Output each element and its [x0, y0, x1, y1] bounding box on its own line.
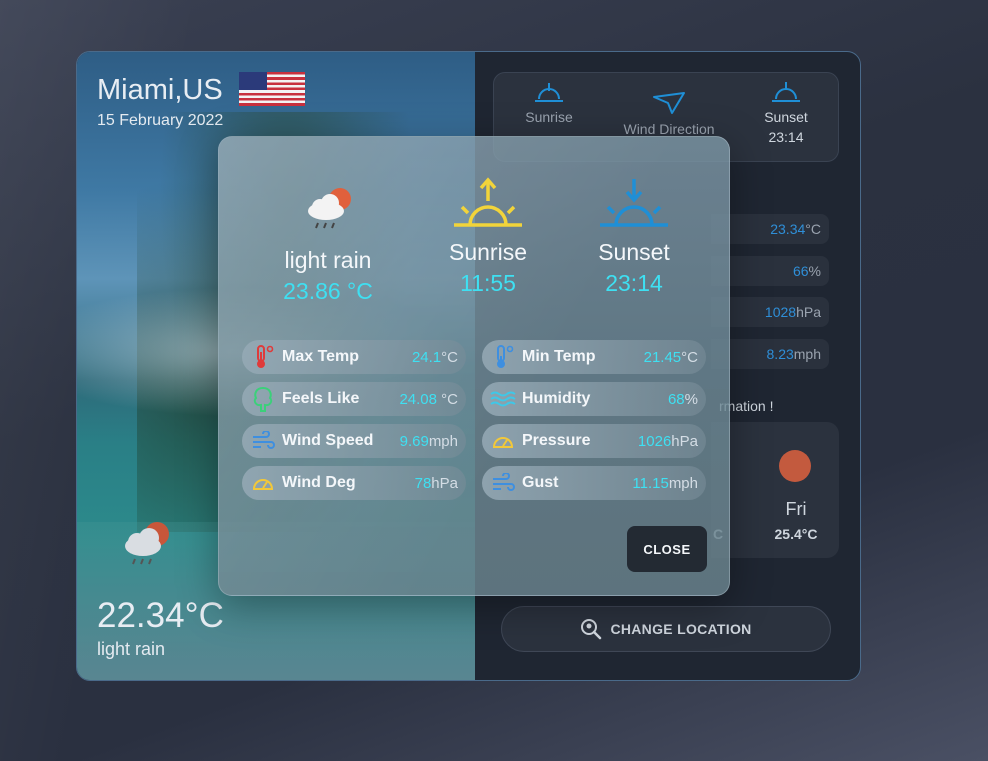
modal-sunrise-time: 11:55: [460, 270, 516, 296]
detail-label: Feels Like: [282, 390, 360, 407]
detail-unit: %: [684, 390, 698, 408]
detail-number: 24.1: [411, 348, 442, 366]
detail-number: 11.15: [632, 474, 669, 492]
detail-value: 24.08 °C: [399, 391, 466, 408]
sunrise-icon: [454, 177, 522, 227]
modal-weather-label: light rain: [284, 247, 372, 273]
detail-wind-deg: Wind Deg 78hPa: [242, 466, 466, 500]
detail-pressure: Pressure 1026hPa: [482, 424, 706, 458]
detail-value: 24.1°C: [412, 349, 466, 366]
gauge-icon: [488, 426, 518, 456]
detail-min-temp: Min Temp 21.45°C: [482, 340, 706, 374]
detail-max-temp: Max Temp 24.1°C: [242, 340, 466, 374]
modal-sunset-label: Sunset: [598, 239, 670, 265]
detail-label: Max Temp: [282, 348, 360, 365]
detail-value: 68%: [668, 391, 706, 408]
wind-direction-label: Wind Direction: [623, 121, 715, 137]
weather-details-modal: light rain 23.86 °C Sunrise 11:55 Sunset…: [218, 136, 730, 596]
detail-wind-speed: Wind Speed 9.69mph: [242, 424, 466, 458]
thermometer-cold-icon: [488, 342, 518, 372]
detail-gust: Gust 11.15mph: [482, 466, 706, 500]
stat-unit: %: [808, 263, 821, 279]
thermometer-hot-icon: [248, 342, 278, 372]
sunset-item: Sunset 23:14: [756, 81, 816, 145]
sunset-label: Sunset: [764, 109, 808, 125]
detail-number: 24.08: [399, 390, 437, 408]
current-description: light rain: [97, 639, 166, 659]
detail-unit: °C: [681, 348, 698, 366]
location-search-icon: [581, 619, 602, 640]
us-flag-icon: [239, 72, 305, 106]
modal-sunrise-column: Sunrise 11:55: [413, 177, 563, 297]
stat-unit: mph: [793, 346, 821, 362]
rain-cloud-sun-icon: [308, 188, 351, 229]
detail-value: 11.15mph: [632, 475, 706, 492]
close-button[interactable]: CLOSE: [627, 526, 707, 572]
detail-value: 78hPa: [415, 475, 466, 492]
sunset-icon: [772, 82, 800, 102]
detail-unit: mph: [428, 432, 458, 450]
forecast-card: C Fri 25.4°C: [711, 422, 839, 558]
stat-value: 1028: [764, 304, 797, 320]
modal-weather-column: light rain 23.86 °C: [253, 177, 403, 305]
stat-unit: °C: [805, 221, 821, 237]
gauge-icon: [248, 468, 278, 498]
stat-value: 8.23: [766, 346, 794, 362]
change-location-button[interactable]: CHANGE LOCATION: [501, 606, 831, 652]
detail-number: 21.45: [643, 348, 682, 366]
sun-icon: [779, 450, 811, 482]
tree-icon: [248, 384, 278, 414]
detail-value: 1026hPa: [638, 433, 706, 450]
detail-value: 9.69mph: [400, 433, 466, 450]
modal-sunrise-label: Sunrise: [449, 239, 527, 265]
detail-label: Wind Deg: [282, 474, 356, 491]
modal-weather-temp: 23.86 °C: [283, 278, 373, 304]
navigation-arrow-icon: [653, 92, 685, 114]
wind-icon: [488, 468, 518, 498]
stat-value: 23.34: [770, 221, 806, 237]
city-name: Miami,US: [97, 74, 223, 106]
detail-unit: mph: [668, 474, 698, 492]
detail-value: 21.45°C: [644, 349, 706, 366]
sunrise-item: Sunrise: [514, 81, 584, 125]
detail-humidity: Humidity 68%: [482, 382, 706, 416]
current-temperature: 22.34°C: [97, 596, 224, 635]
current-date: 15 February 2022: [97, 112, 224, 129]
modal-sunset-column: Sunset 23:14: [559, 177, 709, 297]
sunrise-label: Sunrise: [525, 109, 573, 125]
detail-feels-like: Feels Like 24.08 °C: [242, 382, 466, 416]
detail-label: Wind Speed: [282, 432, 374, 449]
modal-sunset-time: 23:14: [605, 270, 663, 296]
forecast-temp: 25.4°C: [774, 526, 818, 542]
detail-number: 78: [414, 474, 432, 492]
change-location-label: CHANGE LOCATION: [610, 621, 752, 637]
detail-unit: °C: [441, 348, 458, 366]
detail-number: 68: [667, 390, 685, 408]
forecast-day: Fri: [785, 499, 807, 519]
waves-icon: [488, 384, 518, 414]
detail-label: Min Temp: [522, 348, 596, 365]
detail-label: Gust: [522, 474, 559, 491]
sunset-icon: [600, 179, 668, 227]
detail-unit: hPa: [671, 432, 698, 450]
wind-icon: [248, 426, 278, 456]
detail-label: Pressure: [522, 432, 591, 449]
stat-unit: hPa: [796, 304, 821, 320]
rain-cloud-sun-icon: [125, 522, 169, 565]
detail-unit: hPa: [431, 474, 458, 492]
sunrise-icon: [535, 83, 563, 102]
detail-number: 1026: [637, 432, 672, 450]
stat-value: 66: [792, 263, 809, 279]
sunset-value: 23:14: [768, 129, 804, 145]
wind-direction-item: Wind Direction: [614, 91, 724, 137]
detail-number: 9.69: [399, 432, 429, 450]
detail-label: Humidity: [522, 390, 591, 407]
detail-unit: °C: [437, 390, 458, 408]
